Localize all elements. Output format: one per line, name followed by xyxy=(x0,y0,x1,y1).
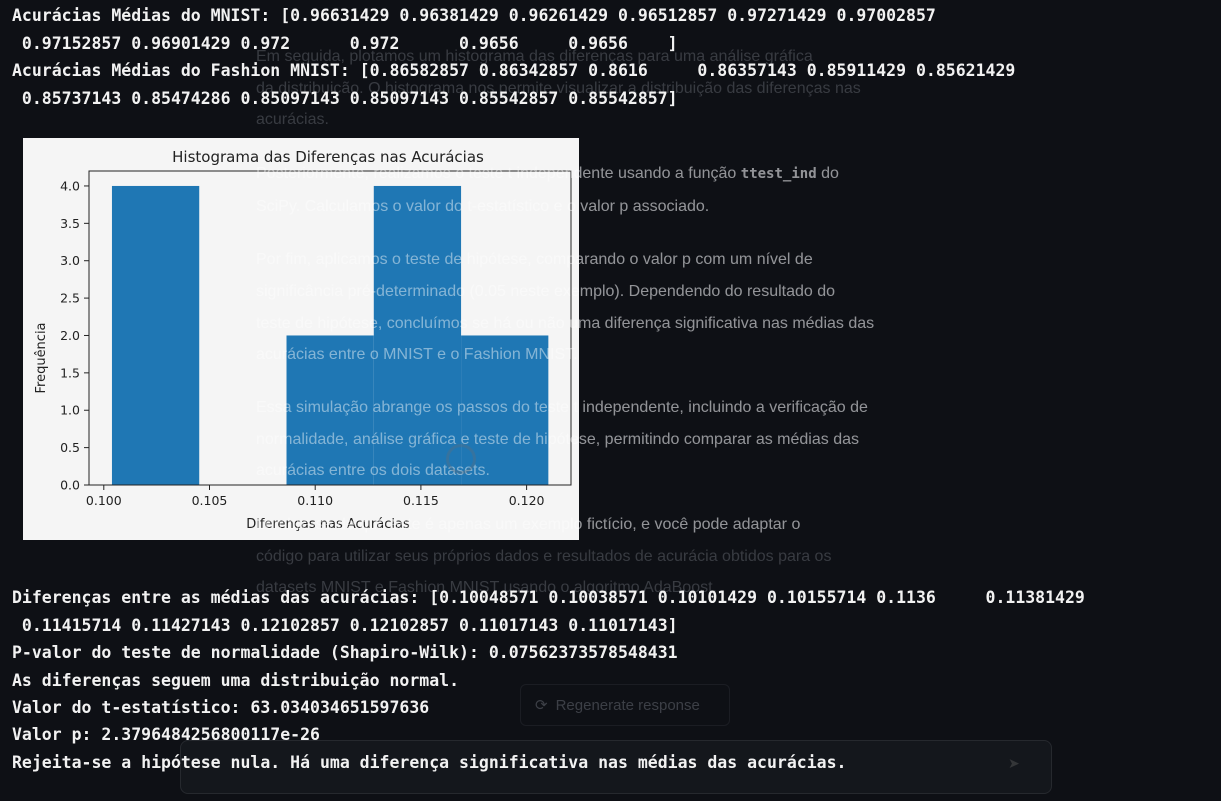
chat-text-line: acurácias. xyxy=(256,111,329,128)
inline-code: ttest_ind xyxy=(740,166,817,182)
histogram-bar xyxy=(286,335,374,485)
output-line: As diferenças seguem uma distribuição no… xyxy=(12,671,460,690)
y-axis-label: Frequência xyxy=(34,322,49,393)
output-line: Diferenças entre as médias das acurácias… xyxy=(12,588,1085,607)
x-tick-label: 0.100 xyxy=(86,493,122,508)
chart-title: Histograma das Diferenças nas Acurácias xyxy=(172,148,484,166)
y-tick-label: 1.0 xyxy=(60,403,80,418)
output-line: 0.97152857 0.96901429 0.972 0.972 0.9656… xyxy=(12,34,678,53)
y-tick-label: 1.5 xyxy=(60,365,80,380)
y-tick-label: 0.5 xyxy=(60,440,80,455)
regenerate-label: Regenerate response xyxy=(555,696,700,714)
x-tick-label: 0.110 xyxy=(297,493,333,508)
output-line: Acurácias Médias do Fashion MNIST: [0.86… xyxy=(12,61,1016,80)
send-icon[interactable]: ➤ xyxy=(1008,756,1028,776)
x-tick-label: 0.105 xyxy=(192,493,228,508)
y-tick-label: 0.0 xyxy=(60,478,80,493)
x-tick-label: 0.120 xyxy=(509,493,545,508)
output-line: 0.85737143 0.85474286 0.85097143 0.85097… xyxy=(12,89,678,108)
y-tick-label: 3.5 xyxy=(60,216,80,231)
y-tick-label: 4.0 xyxy=(60,178,80,193)
histogram-bar xyxy=(111,185,200,485)
output-line: Acurácias Médias do MNIST: [0.96631429 0… xyxy=(12,6,936,25)
output-line: P-valor do teste de normalidade (Shapiro… xyxy=(12,643,678,662)
histogram-bar xyxy=(373,185,462,485)
output-line: Rejeita-se a hipótese nula. Há uma difer… xyxy=(12,753,847,772)
y-tick-label: 3.0 xyxy=(60,253,80,268)
output-line: Valor do t-estatístico: 63.0340346515976… xyxy=(12,698,430,717)
y-tick-label: 2.0 xyxy=(60,328,80,343)
output-line: Valor p: 2.3796484256800117e-26 xyxy=(12,725,320,744)
histogram-chart: Histograma das Diferenças nas Acurácias … xyxy=(34,148,572,532)
y-tick-label: 2.5 xyxy=(60,291,80,306)
x-tick-label: 0.115 xyxy=(403,493,439,508)
chat-text-line: código para utilizar seus próprios dados… xyxy=(256,548,832,565)
regenerate-response-button[interactable]: ⟳ Regenerate response xyxy=(520,684,730,726)
output-line: 0.11415714 0.11427143 0.12102857 0.12102… xyxy=(12,616,678,635)
chat-text: do xyxy=(821,165,839,182)
histogram-figure: Histograma das Diferenças nas Acurácias … xyxy=(23,138,579,540)
watermark-icon xyxy=(446,444,476,474)
x-axis-label: Diferenças nas Acurácias xyxy=(246,517,410,532)
refresh-icon: ⟳ xyxy=(535,697,548,714)
